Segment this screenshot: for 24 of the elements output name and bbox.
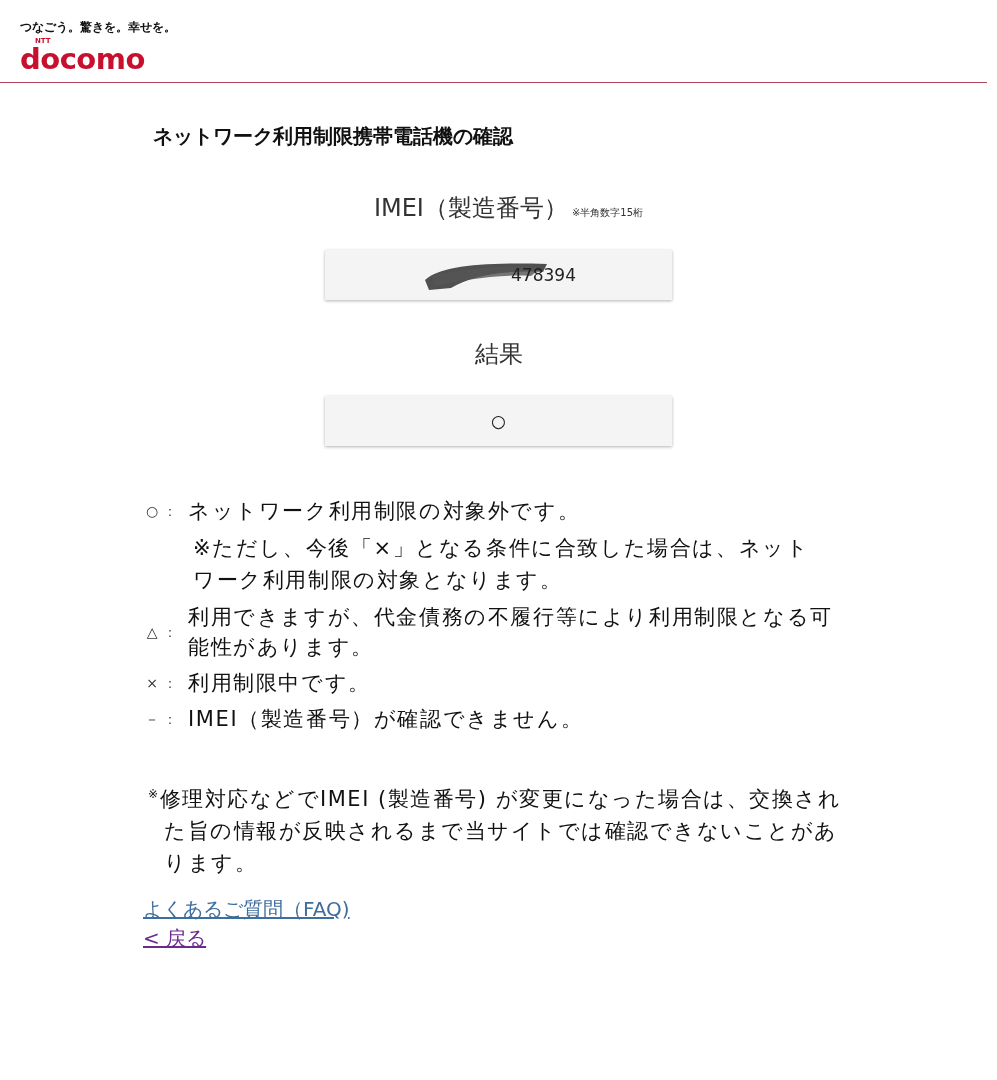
legend-text: ネットワーク利用制限の対象外です。 [188,498,582,525]
legend-symbol: － [144,710,162,729]
legend-separator: ： [163,710,180,729]
legend-symbol: × [145,674,161,693]
link[interactable]: よくあるご質問（FAQ) [143,895,350,924]
legend-separator: ： [163,674,180,693]
legend-symbol: △ [145,623,161,642]
legend-text: 利用制限中です。 [188,670,372,697]
legend-separator: ： [163,502,180,521]
imei-label: IMEI（製造番号） [373,193,568,224]
imei-note: ※半角数字15桁 [571,206,644,220]
imei-field[interactable]: 478394 [325,250,672,300]
tagline: つなごう。驚きを。幸せを。 [20,19,176,36]
result-field: ○ [325,396,672,446]
result-label: 結果 [474,339,523,370]
logo: docomo [20,45,145,73]
legend-note: ※ただし、今後「×」となる条件に合致した場合は、ネットワーク利用制限の対象となります。 [193,535,811,594]
legend-separator: ： [163,623,180,642]
legend-text: 利用できますが、代金債務の不履行等により利用制限となる可能性があります。 [188,604,834,661]
footnote: $^{※}$修理対応などでIMEI (製造番号) が変更になった場合は、交換された旨の情報が反映されるまで当サイトでは確認できないことがあります。 [148,786,843,877]
link[interactable]: < 戻る [143,924,207,953]
page-title: ネットワーク利用制限携帯電話機の確認 [153,123,513,150]
legend-text: IMEI（製造番号）が確認できません。 [188,706,585,733]
legend-symbol: ○ [145,502,161,521]
